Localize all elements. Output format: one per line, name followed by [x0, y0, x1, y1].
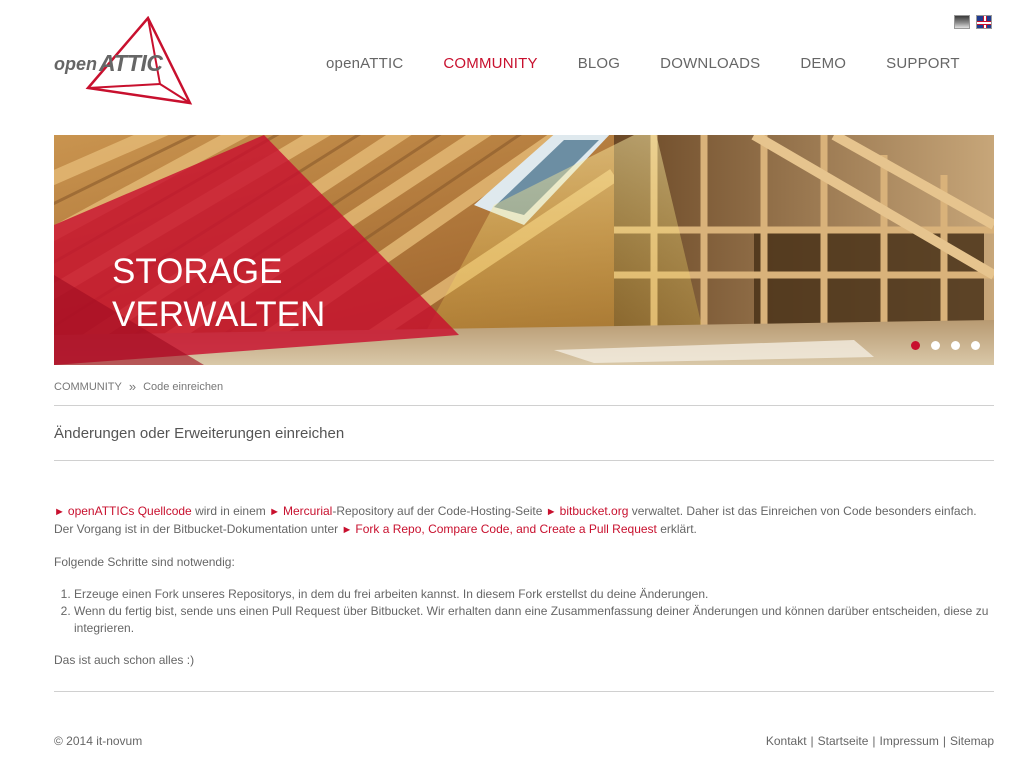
link-quellcode[interactable]: openATTICs Quellcode: [68, 504, 192, 518]
page-title: Änderungen oder Erweiterungen einreichen: [54, 425, 345, 442]
arrow-right-icon: ►: [269, 506, 280, 518]
breadcrumb-community[interactable]: COMMUNITY: [54, 381, 122, 393]
slider-dot-1[interactable]: [911, 341, 920, 350]
closing-text: Das ist auch schon alles :): [54, 653, 195, 667]
slider-dot-3[interactable]: [951, 341, 960, 350]
main-content: ► openATTICs Quellcode wird in einem ► Mer…: [54, 503, 994, 684]
footer-link-impressum[interactable]: Impressum: [880, 734, 939, 748]
uk-flag-icon[interactable]: [976, 15, 992, 29]
link-bitbucket[interactable]: bitbucket.org: [560, 504, 629, 518]
nav-item-community[interactable]: COMMUNITY: [443, 55, 537, 72]
nav-item-downloads[interactable]: DOWNLOADS: [660, 55, 760, 72]
footer-link-startseite[interactable]: Startseite: [818, 734, 869, 748]
hero-title-line1: STORAGE: [112, 252, 283, 291]
breadcrumb-current: Code einreichen: [143, 380, 224, 393]
hero-banner: STORAGE VERWALTEN: [54, 135, 994, 365]
divider-title: [54, 460, 994, 461]
intro-paragraph: ► openATTICs Quellcode wird in einem ► Mer…: [54, 503, 994, 539]
logo-text-attic: ATTIC: [99, 50, 163, 76]
divider-top: [54, 405, 994, 406]
hero-title-line2: VERWALTEN: [112, 295, 326, 334]
slider-dots: [911, 341, 980, 350]
list-item: Wenn du fertig bist, sende uns einen Pul…: [74, 603, 994, 637]
footer-separator: |: [810, 734, 814, 748]
arrow-right-icon: ►: [341, 524, 353, 536]
link-mercurial[interactable]: Mercurial: [283, 504, 332, 518]
footer-copyright: © 2014 it-novum: [54, 734, 143, 748]
footer-separator: |: [872, 734, 876, 748]
footer-link-kontakt[interactable]: Kontakt: [766, 734, 807, 748]
text-segment: wird in einem: [191, 504, 270, 518]
hero-title: STORAGE VERWALTEN: [112, 250, 325, 336]
steps-list: Erzeuge einen Fork unseres Repositorys, …: [74, 586, 994, 637]
footer-links: Kontakt | Startseite | Impressum | Sitem…: [766, 734, 994, 748]
arrow-right-icon: ►: [545, 506, 557, 518]
steps-intro: Folgende Schritte sind notwendig:: [54, 555, 235, 569]
arrow-right-icon: ►: [54, 506, 65, 518]
nav-item-blog[interactable]: BLOG: [578, 55, 620, 72]
link-fork-docs[interactable]: Fork a Repo, Compare Code, and Create a …: [355, 522, 657, 536]
breadcrumb-separator: »: [128, 379, 137, 394]
slider-dot-4[interactable]: [971, 341, 980, 350]
logo-text-open: open: [54, 54, 97, 74]
language-switcher: [954, 15, 992, 29]
site-logo[interactable]: open ATTIC: [54, 16, 194, 106]
footer-separator: |: [942, 734, 946, 748]
nav-item-demo[interactable]: DEMO: [800, 55, 846, 72]
text-segment: erklärt.: [656, 522, 697, 536]
text-segment: -Repository auf der Code-Hosting-Seite: [332, 504, 546, 518]
footer-link-sitemap[interactable]: Sitemap: [950, 734, 994, 748]
nav-item-support[interactable]: SUPPORT: [886, 55, 960, 72]
breadcrumb: COMMUNITY » Code einreichen: [54, 379, 223, 394]
german-flag-icon[interactable]: [954, 15, 970, 29]
slider-dot-2[interactable]: [931, 341, 940, 350]
nav-item-openattic[interactable]: openATTIC: [326, 55, 403, 72]
main-nav: openATTIC COMMUNITY BLOG DOWNLOADS DEMO …: [326, 55, 960, 72]
list-item: Erzeuge einen Fork unseres Repositorys, …: [74, 586, 994, 603]
divider-footer: [54, 691, 994, 692]
